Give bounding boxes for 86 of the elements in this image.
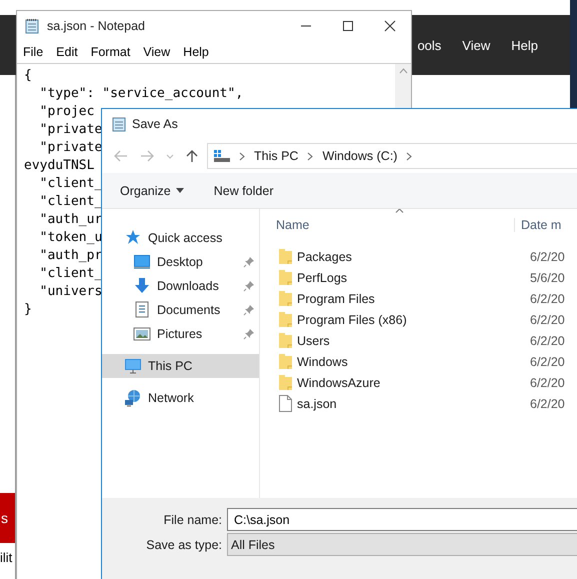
drive-icon — [214, 150, 230, 162]
date-cell: 6/2/20 — [530, 292, 565, 306]
toolbar-button[interactable]: New folder — [214, 184, 274, 198]
field-label: Save as type: — [145, 538, 222, 552]
file-name[interactable]: Packages — [297, 250, 530, 264]
banner-text: s — [0, 510, 8, 526]
date-cell: 6/2/20 — [530, 376, 565, 390]
date-cell: 6/2/20 — [530, 334, 565, 348]
text-line: "client_ — [38, 175, 102, 193]
text-line: "auth_pr — [38, 247, 102, 265]
chevron-right-icon — [406, 152, 412, 160]
maximize-icon[interactable] — [342, 20, 354, 32]
file-name[interactable]: PerfLogs — [297, 270, 530, 284]
text-line: { — [24, 67, 32, 85]
nav-item[interactable]: Desktop — [102, 250, 259, 274]
nav-item[interactable]: Documents — [102, 298, 259, 322]
nav-item[interactable]: Downloads — [102, 274, 259, 298]
file-icon — [278, 395, 293, 412]
text-line: "private — [38, 121, 102, 139]
up-icon[interactable] — [186, 149, 198, 163]
toolbar-button[interactable]: Organize — [120, 184, 184, 198]
column-header[interactable]: Date m — [514, 218, 562, 232]
date-cell: 6/2/20 — [530, 354, 565, 368]
folder-icon — [278, 248, 293, 265]
folder-icon — [278, 290, 293, 307]
column-header[interactable]: Name — [260, 218, 514, 232]
folder-icon — [278, 332, 293, 349]
pc-icon — [124, 357, 142, 375]
text-line: "type": "service_account", — [38, 85, 244, 103]
file-name[interactable]: Users — [297, 334, 530, 348]
field-label: File name: — [162, 512, 222, 526]
text-line: "client_ — [38, 265, 102, 283]
text-line: "univers — [38, 283, 102, 301]
folder-icon — [278, 311, 293, 328]
menu-item[interactable]: View — [143, 45, 170, 59]
nav-item[interactable]: This PC — [102, 354, 259, 378]
date-cell: 6/2/20 — [530, 312, 565, 326]
text-line: "token_u — [38, 229, 102, 247]
file-name[interactable]: Windows — [297, 354, 530, 368]
text-line: "private — [38, 139, 102, 157]
network-icon — [124, 389, 142, 407]
menu-item[interactable]: File — [23, 45, 44, 59]
close-icon[interactable] — [384, 20, 396, 32]
nav-item[interactable]: Pictures — [102, 322, 259, 346]
dialog-title: Save As — [132, 117, 178, 131]
file-name[interactable]: sa.json — [297, 396, 530, 410]
breadcrumb-item[interactable]: Windows (C:) — [322, 149, 398, 163]
file-type-dropdown[interactable]: All Files — [227, 533, 577, 556]
menu-item[interactable]: Help — [183, 45, 209, 59]
breadcrumb-item[interactable]: This PC — [254, 149, 298, 163]
menu-item[interactable]: View — [462, 38, 490, 52]
date-cell: 5/6/20 — [530, 270, 565, 284]
text-line: } — [24, 301, 32, 319]
notepad-icon — [112, 116, 126, 132]
text-line: evyduTNSL — [24, 157, 94, 175]
menu-item[interactable]: ools — [417, 38, 442, 52]
text-line: "projec — [38, 103, 94, 121]
file-name[interactable]: Program Files — [297, 292, 530, 306]
notepad-icon — [25, 18, 39, 34]
text-line: "client_ — [38, 193, 102, 211]
folder-icon — [278, 353, 293, 370]
text-line: "auth_ur — [38, 211, 102, 229]
nav-item[interactable]: Quick access — [102, 226, 259, 250]
nav-item[interactable]: Network — [102, 386, 259, 410]
folder-icon — [278, 374, 293, 391]
sort-caret-icon — [395, 209, 404, 213]
chevron-right-icon — [239, 152, 245, 160]
file-name[interactable]: WindowsAzure — [297, 376, 530, 390]
footer-text: ilit — [0, 550, 12, 565]
star-icon — [124, 229, 142, 247]
chevron-right-icon — [307, 152, 314, 160]
date-cell: 6/2/20 — [530, 250, 565, 264]
folder-icon — [278, 269, 293, 286]
menu-item[interactable]: Edit — [56, 45, 78, 59]
menu-item[interactable]: Format — [90, 45, 130, 59]
address-bar[interactable]: This PC Windows (C:) — [207, 143, 577, 169]
pictures-icon — [133, 325, 151, 343]
desktop-icon — [133, 253, 151, 271]
file-name-field[interactable]: C:\sa.json — [227, 508, 577, 531]
download-icon — [133, 277, 151, 295]
window-title: sa.json - Notepad — [47, 19, 146, 33]
file-name[interactable]: Program Files (x86) — [297, 312, 530, 326]
document-icon — [133, 301, 151, 319]
date-cell: 6/2/20 — [530, 396, 565, 410]
menu-item[interactable]: Help — [511, 38, 538, 52]
caret-down-icon — [176, 188, 184, 193]
